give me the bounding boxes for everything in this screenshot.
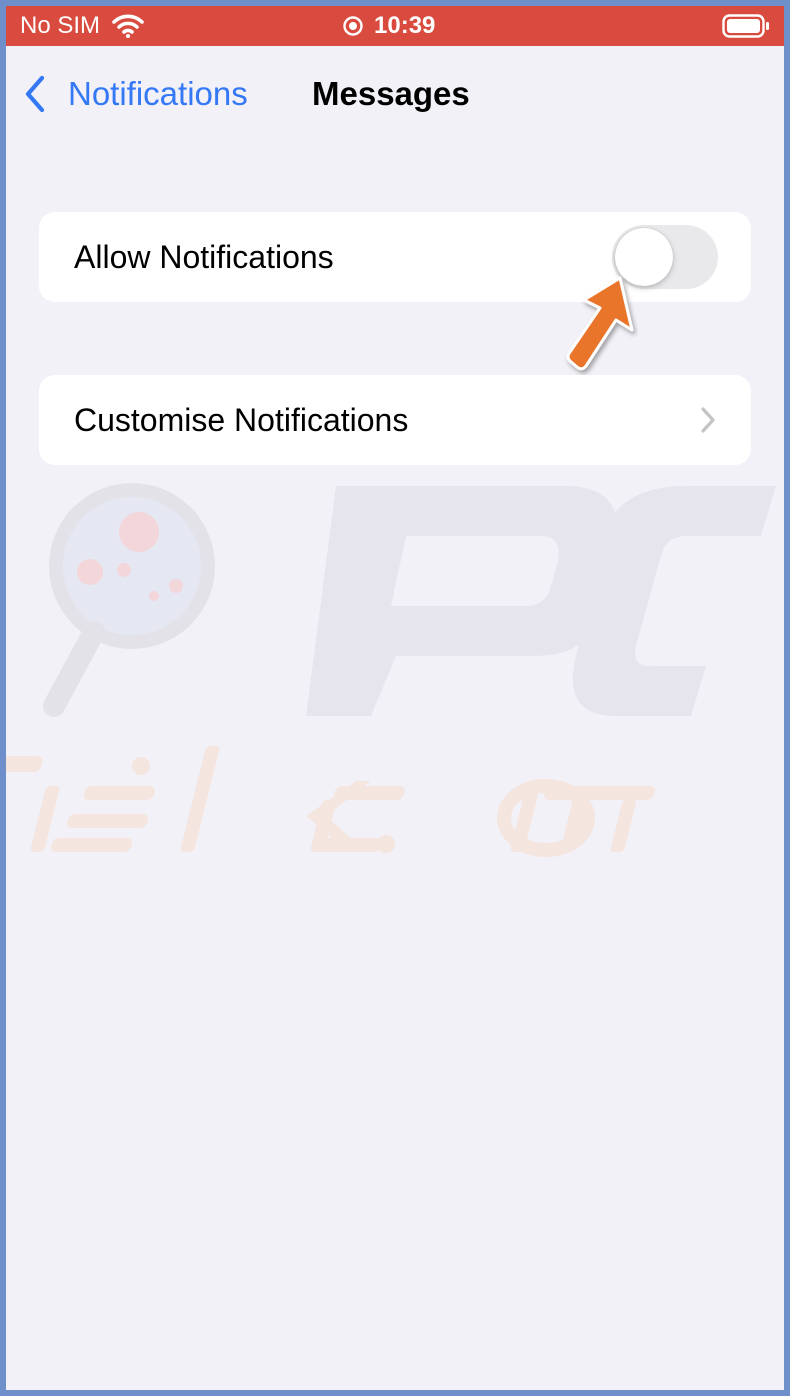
status-center: 10:39 bbox=[342, 13, 435, 39]
lock-rotation-icon bbox=[343, 16, 363, 36]
chevron-right-icon bbox=[701, 407, 715, 433]
customise-notifications-row[interactable]: Customise Notifications bbox=[39, 375, 751, 465]
allow-notifications-label: Allow Notifications bbox=[74, 239, 334, 275]
page-title: Messages bbox=[312, 75, 470, 112]
back-label: Notifications bbox=[68, 75, 248, 112]
allow-notifications-row: Allow Notifications bbox=[39, 212, 751, 302]
status-bar: No SIM 10:39 bbox=[6, 6, 784, 46]
pcrisk-watermark bbox=[6, 483, 776, 857]
navigation-bar: Notifications Messages bbox=[6, 46, 784, 142]
phone-screen: No SIM 10:39 Notifications Messages Allo… bbox=[0, 0, 790, 1396]
carrier-label: No SIM bbox=[20, 12, 101, 39]
chevron-left-icon bbox=[25, 75, 45, 113]
battery-icon bbox=[722, 14, 769, 38]
risk-text bbox=[6, 746, 655, 857]
magnifier-logo bbox=[43, 483, 215, 717]
wifi-icon bbox=[112, 14, 144, 38]
back-button[interactable]: Notifications bbox=[22, 74, 248, 114]
customise-notifications-label: Customise Notifications bbox=[74, 402, 409, 438]
pc-letters bbox=[306, 486, 776, 716]
pointer-arrow-icon bbox=[566, 276, 634, 371]
status-time: 10:39 bbox=[374, 12, 436, 39]
